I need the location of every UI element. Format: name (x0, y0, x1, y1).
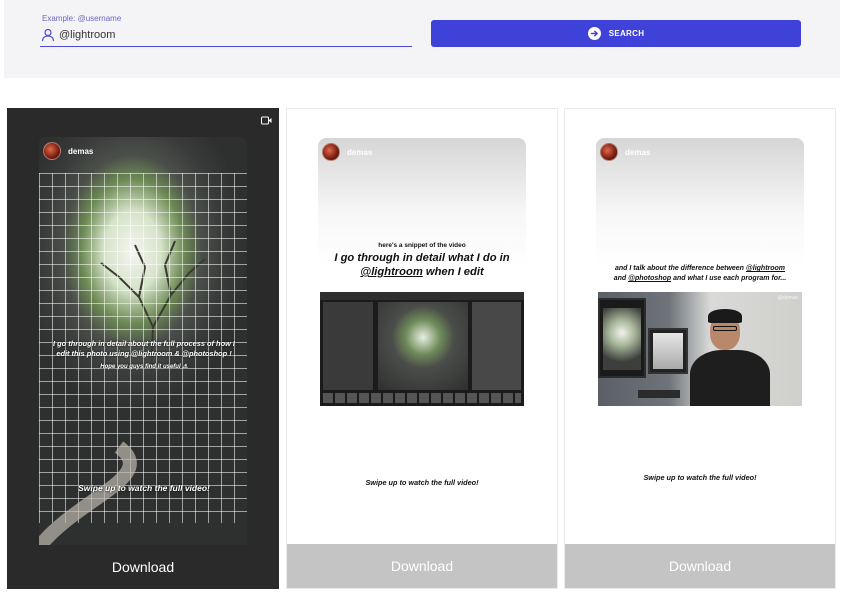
monitor (648, 328, 688, 374)
lightroom-filmstrip (323, 393, 521, 403)
lightroom-left-panel (323, 302, 373, 390)
monitor (598, 298, 646, 378)
search-input[interactable]: @lightroom (59, 29, 115, 41)
download-button[interactable]: Download (565, 544, 835, 588)
keyboard (638, 390, 680, 398)
glasses (713, 326, 737, 331)
lightroom-photo (378, 302, 468, 390)
search-panel: Example: @username @lightroom SEARCH (4, 0, 840, 78)
video-camera-icon (261, 116, 272, 125)
download-button[interactable]: Download (7, 545, 279, 589)
user-icon (41, 28, 55, 42)
story-caption-small: here's a snippet of the video (378, 242, 466, 249)
walkway-image (39, 441, 137, 552)
watermark: @demas (777, 295, 798, 301)
story-caption-handle: @photoshop (628, 275, 672, 282)
story-preview[interactable]: demas and I talk about the difference be… (596, 138, 804, 560)
download-button[interactable]: Download (287, 544, 557, 588)
person-hair (708, 309, 742, 323)
story-card-1: demas I go through in detail about the f… (7, 108, 279, 589)
username: demas (347, 148, 373, 157)
search-input-row[interactable]: @lightroom (40, 26, 412, 46)
avatar (600, 143, 618, 161)
swipe-up-text: Swipe up to watch the full video! (643, 473, 757, 482)
avatar (322, 143, 340, 161)
avatar (43, 142, 61, 160)
monitor-screen (653, 333, 683, 369)
username: demas (68, 147, 94, 156)
search-underline (40, 46, 412, 47)
story-caption: I go through in detail what I do in @lig… (328, 251, 516, 279)
search-placeholder: Example: @username (42, 14, 122, 23)
search-button-label: SEARCH (608, 29, 645, 38)
story-caption: and I talk about the difference between … (602, 264, 798, 284)
lightroom-screenshot (320, 292, 524, 406)
story-caption-part: when I edit (425, 266, 484, 278)
lightroom-right-panel (472, 302, 521, 390)
story-caption-handle: @lightroom (745, 265, 786, 272)
story-caption-handle: @lightroom (360, 266, 423, 278)
username: demas (625, 148, 651, 157)
monitor-screen (603, 308, 641, 370)
story-caption-part: and (613, 275, 627, 282)
story-caption-part: I go through in detail what I do in (334, 252, 510, 264)
story-card-2: demas here's a snippet of the video I go… (286, 108, 558, 589)
search-button[interactable]: SEARCH (431, 20, 801, 47)
story-preview[interactable]: demas here's a snippet of the video I go… (318, 138, 526, 560)
story-card-3: demas and I talk about the difference be… (564, 108, 836, 589)
username-search-field[interactable]: Example: @username @lightroom (40, 12, 412, 47)
story-subcaption: Hope you guys find it useful ⚠ (100, 364, 188, 370)
story-caption: I go through in detail about the full pr… (53, 339, 235, 358)
swipe-up-text: Swipe up to watch the full video! (78, 483, 210, 493)
person-body (690, 350, 770, 406)
story-caption-part: and I talk about the difference between (614, 265, 744, 272)
swipe-up-text: Swipe up to watch the full video! (365, 478, 479, 487)
story-preview[interactable]: demas I go through in detail about the f… (39, 137, 247, 559)
arrow-right-circle-icon (587, 27, 601, 40)
video-frame: @demas (598, 292, 802, 406)
story-caption-part: and what I use each program for... (673, 275, 787, 282)
lightroom-toolbar (320, 292, 524, 300)
